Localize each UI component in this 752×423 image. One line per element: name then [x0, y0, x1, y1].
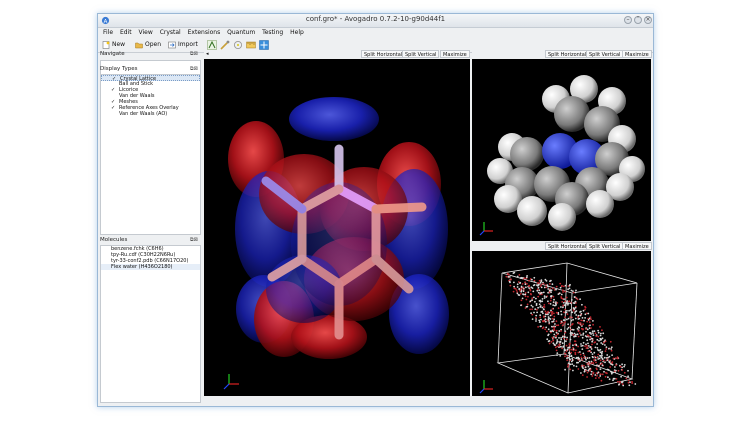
water-molecules [505, 271, 637, 387]
molecule-items: benzene.fchk (C6H6) tpy-Ru.cdf (C30H22N6R… [101, 246, 200, 270]
title-bar: A conf.gro* - Avogadro 0.7.2-10-g90d44f1… [98, 14, 653, 28]
folder-open-icon [135, 42, 143, 48]
navigate-tool-icon[interactable] [220, 40, 230, 50]
open-button[interactable]: Open [135, 40, 161, 50]
axes-icon [223, 374, 239, 390]
top-right-view-header: Split Horizontal Split Vertical Maximize [472, 50, 652, 59]
menu-view[interactable]: View [139, 28, 153, 38]
maximize-button[interactable]: ˄ [634, 16, 642, 24]
split-vertical-button-3[interactable]: Split Vertical [586, 242, 624, 250]
menu-edit[interactable]: Edit [120, 28, 132, 38]
maximize-view-button-3[interactable]: Maximize [622, 242, 652, 250]
new-file-icon [102, 40, 110, 49]
display-types-dock-buttons[interactable]: ⧉⊠ [190, 66, 198, 72]
orbital-render [223, 97, 449, 390]
maximize-view-button-2[interactable]: Maximize [622, 50, 652, 58]
axes-icon-3 [479, 380, 493, 394]
minimize-button[interactable]: – [624, 16, 632, 24]
menu-help[interactable]: Help [290, 28, 304, 38]
window-title: conf.gro* - Avogadro 0.7.2-10-g90d44f1 [305, 15, 446, 23]
orbital-view[interactable] [204, 59, 470, 396]
measure-tool-icon[interactable] [246, 40, 256, 50]
display-type-row[interactable]: Van der Waals (AO) [101, 111, 200, 117]
split-horizontal-button[interactable]: Split Horizontal [361, 50, 406, 58]
navigate-dock-title: Navigate [100, 51, 125, 57]
main-view-header: ◂ Split Horizontal Split Vertical Maximi… [204, 50, 470, 59]
menu-bar: File Edit View Crystal Extensions Quantu… [98, 28, 653, 38]
axes-icon-2 [479, 222, 493, 236]
space-fill-view[interactable] [472, 59, 651, 241]
water-box-render [479, 262, 638, 394]
new-button-label: New [112, 41, 126, 48]
new-button[interactable]: New [102, 40, 125, 50]
select-tool-icon[interactable] [259, 40, 269, 50]
display-type-checkbox[interactable]: ✓ [111, 88, 115, 93]
display-types-list: ✓ Crystal Lattice Ball and Stick ✓ Licorice V… [100, 74, 201, 235]
menu-extensions[interactable]: Extensions [188, 28, 221, 38]
menu-quantum[interactable]: Quantum [227, 28, 255, 38]
view-arrow-icon[interactable]: ◂ [204, 50, 211, 58]
molecules-dock-buttons[interactable]: ⧉⊠ [190, 237, 198, 243]
draw-tool-icon[interactable] [207, 40, 217, 50]
split-vertical-button[interactable]: Split Vertical [402, 50, 440, 58]
open-button-label: Open [145, 41, 162, 48]
split-horizontal-button-3[interactable]: Split Horizontal [545, 242, 590, 250]
import-icon [168, 41, 176, 48]
molecules-title: Molecules [100, 237, 128, 243]
space-fill-render [479, 75, 645, 236]
display-type-label: Van der Waals (AO) [119, 111, 168, 117]
navigate-dock-buttons[interactable]: ⧉⊠ [190, 51, 198, 57]
display-type-checkbox[interactable]: ✓ [111, 100, 115, 105]
display-types-items: ✓ Crystal Lattice Ball and Stick ✓ Licorice V… [101, 75, 200, 117]
maximize-view-button[interactable]: Maximize [440, 50, 470, 58]
application-window: A conf.gro* - Avogadro 0.7.2-10-g90d44f1… [97, 13, 654, 407]
display-type-checkbox[interactable] [111, 112, 115, 116]
split-vertical-button-2[interactable]: Split Vertical [586, 50, 624, 58]
molecules-list: benzene.fchk (C6H6) tpy-Ru.cdf (C30H22N6R… [100, 245, 201, 403]
molecule-row[interactable]: Flex water (H436O2180) [101, 264, 200, 270]
split-horizontal-button-2[interactable]: Split Horizontal [545, 50, 590, 58]
water-box-view[interactable] [472, 251, 651, 396]
bottom-right-view-header: Split Horizontal Split Vertical Maximize [472, 242, 652, 251]
bond-centric-tool-icon[interactable] [233, 40, 243, 50]
close-button[interactable]: × [644, 16, 652, 24]
menu-file[interactable]: File [103, 28, 113, 38]
menu-crystal[interactable]: Crystal [160, 28, 181, 38]
menu-testing[interactable]: Testing [262, 28, 283, 38]
import-button-label: Import [178, 41, 198, 48]
display-type-checkbox[interactable] [111, 82, 115, 86]
import-button[interactable]: Import [168, 40, 198, 50]
display-type-checkbox[interactable]: ✓ [111, 106, 115, 111]
display-type-checkbox[interactable] [111, 94, 115, 98]
display-types-title: Display Types [100, 66, 138, 72]
